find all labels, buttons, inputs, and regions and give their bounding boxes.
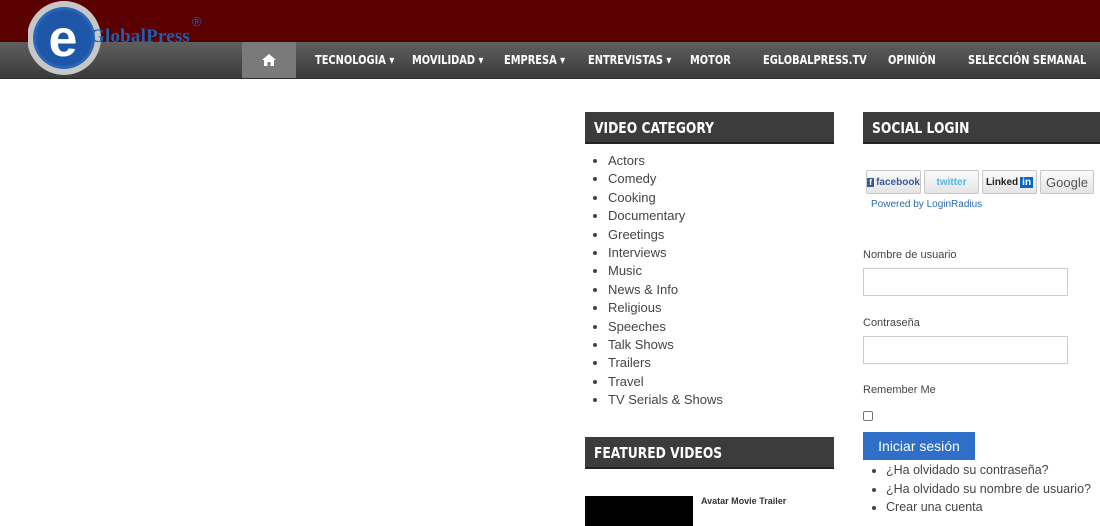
password-input[interactable] <box>863 336 1068 364</box>
nav-item-entrevistas[interactable]: ENTREVISTAS ▾ <box>588 42 671 78</box>
social-login-heading: SOCIAL LOGIN <box>863 112 1100 144</box>
login-submit-button[interactable]: Iniciar sesión <box>863 432 975 460</box>
linkedin-icon: in <box>1020 176 1034 188</box>
nav-item-movilidad[interactable]: MOVILIDAD ▾ <box>412 42 483 78</box>
category-link-trailers[interactable]: Trailers <box>608 354 723 372</box>
logo-wordmark: GlobalPress <box>90 26 191 47</box>
facebook-login-button[interactable]: f facebook <box>866 170 921 194</box>
category-link-comedy[interactable]: Comedy <box>608 170 723 188</box>
category-link-tv-serials[interactable]: TV Serials & Shows <box>608 391 723 409</box>
video-category-heading: VIDEO CATEGORY <box>585 112 834 144</box>
forgot-password-link[interactable]: ¿Ha olvidado su contraseña? <box>886 461 1091 480</box>
featured-videos-heading: FEATURED VIDEOS <box>585 437 834 469</box>
svg-text:e: e <box>49 10 78 68</box>
username-input[interactable] <box>863 268 1068 296</box>
category-link-news-info[interactable]: News & Info <box>608 281 723 299</box>
google-login-button[interactable]: Google <box>1040 170 1094 194</box>
category-link-travel[interactable]: Travel <box>608 373 723 391</box>
facebook-icon: f <box>867 177 875 187</box>
featured-video-thumbnail[interactable] <box>585 496 693 526</box>
category-link-religious[interactable]: Religious <box>608 299 723 317</box>
remember-me-label: Remember Me <box>863 384 936 396</box>
category-link-speeches[interactable]: Speeches <box>608 318 723 336</box>
remember-me-checkbox[interactable] <box>863 411 873 421</box>
category-link-greetings[interactable]: Greetings <box>608 226 723 244</box>
nav-item-opinion[interactable]: OPINIÓN <box>888 42 936 78</box>
featured-video-title[interactable]: Avatar Movie Trailer <box>701 496 786 506</box>
category-link-actors[interactable]: Actors <box>608 152 723 170</box>
nav-item-empresa[interactable]: EMPRESA ▾ <box>504 42 565 78</box>
powered-by-loginradius[interactable]: Powered by LoginRadius <box>871 199 982 210</box>
category-link-cooking[interactable]: Cooking <box>608 189 723 207</box>
site-logo[interactable]: e GlobalPress ® <box>27 0 218 78</box>
linkedin-login-button[interactable]: Linked in <box>982 170 1037 194</box>
account-help-links: ¿Ha olvidado su contraseña? ¿Ha olvidado… <box>868 461 1091 517</box>
category-link-interviews[interactable]: Interviews <box>608 244 723 262</box>
forgot-username-link[interactable]: ¿Ha olvidado su nombre de usuario? <box>886 480 1091 499</box>
password-label: Contraseña <box>863 317 920 329</box>
nav-item-eglobalpress-tv[interactable]: EGLOBALPRESS.TV <box>763 42 867 78</box>
video-category-list: Actors Comedy Cooking Documentary Greeti… <box>590 152 723 410</box>
nav-item-motor[interactable]: MOTOR <box>690 42 731 78</box>
category-link-talk-shows[interactable]: Talk Shows <box>608 336 723 354</box>
create-account-link[interactable]: Crear una cuenta <box>886 498 1091 517</box>
nav-item-tecnologia[interactable]: TECNOLOGIA ▾ <box>315 42 394 78</box>
username-label: Nombre de usuario <box>863 249 957 261</box>
home-icon <box>262 54 276 66</box>
category-link-documentary[interactable]: Documentary <box>608 207 723 225</box>
nav-home-button[interactable] <box>242 42 296 78</box>
registered-mark: ® <box>192 14 202 29</box>
category-link-music[interactable]: Music <box>608 262 723 280</box>
nav-item-seleccion-semanal[interactable]: SELECCIÓN SEMANAL <box>968 42 1086 78</box>
twitter-login-button[interactable]: twitter <box>924 170 979 194</box>
social-login-buttons: f facebook twitter Linked in Google <box>866 170 1094 194</box>
